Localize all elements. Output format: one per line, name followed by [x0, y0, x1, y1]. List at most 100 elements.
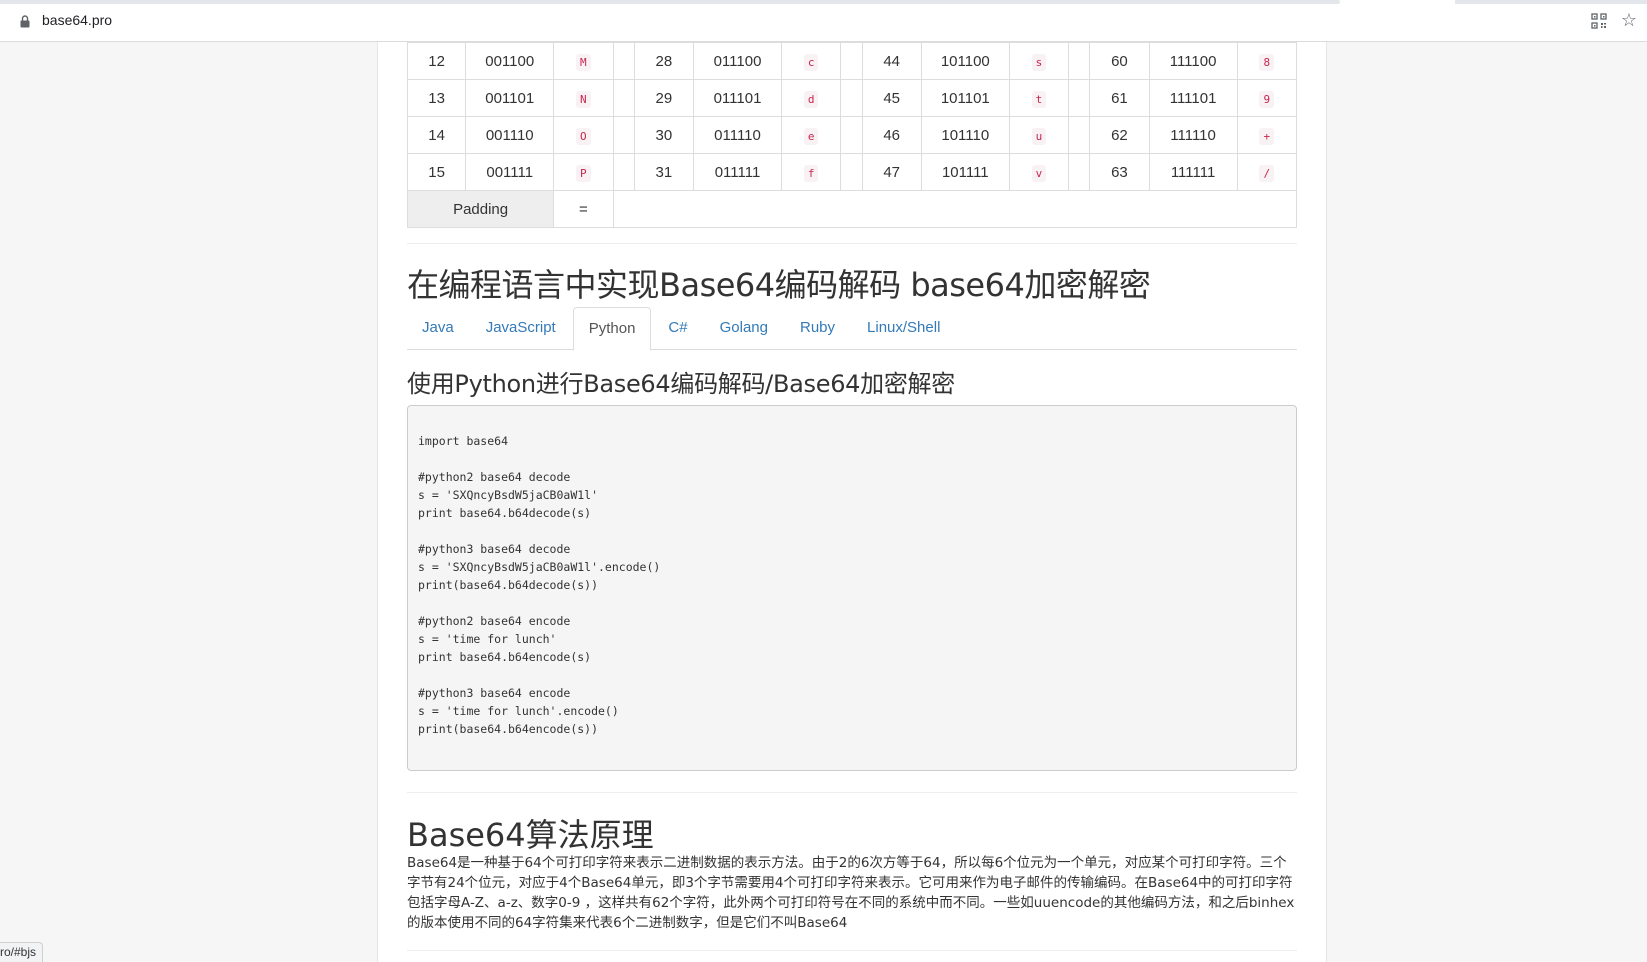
table-gap — [840, 116, 863, 154]
table-cell-index: 31 — [633, 153, 695, 191]
tab-linux-shell[interactable]: Linux/Shell — [852, 307, 955, 350]
char-code: t — [1031, 90, 1047, 108]
table-cell-char: u — [1008, 116, 1070, 154]
tab-golang[interactable]: Golang — [705, 307, 783, 350]
char-code: v — [1031, 164, 1047, 182]
sub-heading: 使用Python进行Base64编码解码/Base64加密解密 — [407, 370, 955, 398]
table-cell-char: M — [553, 42, 614, 80]
table-cell-index: 62 — [1089, 116, 1150, 154]
char-code: + — [1259, 127, 1275, 145]
tab-java[interactable]: Java — [407, 307, 469, 350]
table-cell-char: d — [780, 79, 842, 117]
qr-code-icon[interactable] — [1591, 13, 1607, 29]
table-cell-binary: 001100 — [465, 42, 555, 80]
table-row: 12 001100 M 28 011100 c 44 101100 s 60 111100 8 — [406, 42, 1298, 80]
bookmark-star-icon[interactable]: ☆ — [1621, 10, 1637, 30]
table-cell-index: 46 — [861, 116, 922, 154]
table-cell-binary: 101110 — [920, 116, 1010, 154]
char-code: e — [803, 127, 819, 145]
table-cell-index: 60 — [1089, 42, 1150, 80]
browser-address-bar: base64.pro ☆ — [0, 0, 1647, 42]
table-gap — [840, 79, 863, 117]
table-cell-char: t — [1008, 79, 1070, 117]
main-heading: 在编程语言中实现Base64编码解码 base64加密解密 — [407, 266, 1151, 304]
char-code: N — [576, 90, 591, 108]
table-cell-binary: 011100 — [693, 42, 782, 80]
page-container: 12 001100 M 28 011100 c 44 101100 s 60 111100 8 13 00… — [377, 42, 1327, 962]
char-code: P — [576, 164, 591, 182]
table-cell-char: s — [1008, 42, 1070, 80]
section-divider — [407, 950, 1297, 951]
algo-heading: Base64算法原理 — [407, 816, 654, 854]
tab-python[interactable]: Python — [572, 307, 652, 351]
table-cell-index: 63 — [1089, 153, 1150, 191]
table-cell-binary: 101101 — [920, 79, 1010, 117]
table-row: 14 001110 O 30 011110 e 46 101110 u 62 111110 + — [406, 116, 1298, 154]
table-cell-index: 45 — [861, 79, 922, 117]
table-cell-index: 47 — [861, 153, 922, 191]
char-code: 8 — [1259, 53, 1275, 71]
table-cell-index: 61 — [1089, 79, 1150, 117]
table-cell-char: 9 — [1236, 79, 1298, 117]
table-cell-char: N — [553, 79, 614, 117]
table-cell-index: 44 — [861, 42, 922, 80]
loading-progress-bar-right — [1455, 0, 1647, 4]
base64-index-table: 12 001100 M 28 011100 c 44 101100 s 60 111100 8 13 00… — [406, 42, 1298, 228]
table-cell-char: P — [553, 153, 614, 191]
table-cell-index: 12 — [406, 42, 467, 80]
padding-row: Padding = — [406, 190, 1298, 228]
section-divider — [407, 243, 1297, 244]
status-bar-url: ro/#bjs — [0, 942, 44, 962]
table-gap — [840, 42, 863, 80]
table-cell-char: c — [780, 42, 842, 80]
table-gap — [1068, 79, 1091, 117]
table-row: 13 001101 N 29 011101 d 45 101101 t 61 111101 9 — [406, 79, 1298, 117]
language-tabs: Java JavaScript Python C# Golang Ruby Linux/Sh… — [407, 307, 1297, 351]
table-cell-binary: 101100 — [920, 42, 1010, 80]
table-gap — [1068, 42, 1091, 80]
table-cell-binary: 111110 — [1148, 116, 1238, 154]
char-code: O — [576, 127, 591, 145]
table-gap — [1068, 116, 1091, 154]
table-cell-index: 29 — [633, 79, 695, 117]
table-cell-binary: 001111 — [465, 153, 555, 191]
table-cell-binary: 111111 — [1148, 153, 1238, 191]
table-gap — [612, 42, 635, 80]
table-cell-char: 8 — [1236, 42, 1298, 80]
padding-label: Padding — [406, 190, 555, 228]
char-code: s — [1031, 53, 1047, 71]
padding-empty — [612, 190, 1298, 228]
table-cell-binary: 011111 — [693, 153, 782, 191]
table-gap — [1068, 153, 1091, 191]
char-code: M — [576, 53, 591, 71]
table-cell-char: f — [780, 153, 842, 191]
table-gap — [612, 79, 635, 117]
char-code: f — [803, 164, 819, 182]
table-row: 15 001111 P 31 011111 f 47 101111 v 63 111111 / — [406, 153, 1298, 191]
table-gap — [612, 116, 635, 154]
table-cell-index: 28 — [633, 42, 695, 80]
table-cell-char: O — [553, 116, 614, 154]
table-cell-index: 30 — [633, 116, 695, 154]
code-block: import base64 #python2 base64 decode s =… — [407, 405, 1297, 771]
lock-icon[interactable] — [20, 15, 30, 28]
table-cell-char: + — [1236, 116, 1298, 154]
char-code: u — [1031, 127, 1047, 145]
table-cell-binary: 011101 — [693, 79, 782, 117]
url-text[interactable]: base64.pro — [42, 12, 112, 28]
table-cell-index: 14 — [406, 116, 467, 154]
tab-javascript[interactable]: JavaScript — [471, 307, 571, 350]
padding-value: = — [553, 190, 614, 228]
table-cell-binary: 001101 — [465, 79, 555, 117]
table-cell-char: e — [780, 116, 842, 154]
table-cell-binary: 101111 — [920, 153, 1010, 191]
table-gap — [840, 153, 863, 191]
table-cell-char: v — [1008, 153, 1070, 191]
tab-csharp[interactable]: C# — [653, 307, 702, 350]
char-code: c — [803, 53, 819, 71]
char-code: / — [1259, 164, 1275, 182]
section-divider — [407, 792, 1297, 793]
table-cell-index: 13 — [406, 79, 467, 117]
tab-ruby[interactable]: Ruby — [785, 307, 850, 350]
table-cell-index: 15 — [406, 153, 467, 191]
